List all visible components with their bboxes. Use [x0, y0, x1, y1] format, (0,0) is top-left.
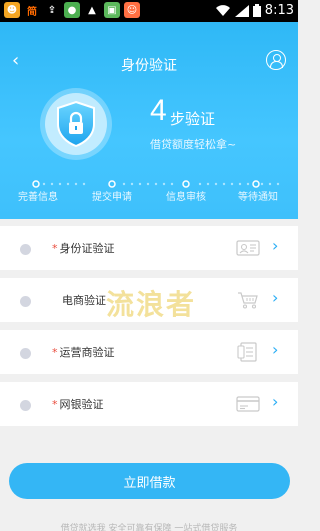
progress-label-4: 等待通知: [238, 192, 278, 203]
shopping-cart-icon: [238, 292, 258, 309]
id-card-icon: [236, 240, 260, 256]
battery-icon: [252, 4, 261, 17]
status-bar: ☻ 简 ⇪ ● ▲ ▣ ☺ 8:13: [0, 0, 298, 22]
app-icon-green: ●: [64, 2, 80, 18]
verification-item-label: * 运营商验证: [52, 346, 115, 359]
signal-icon: [234, 4, 249, 17]
verification-item-label: * 身份证验证: [52, 242, 115, 255]
progress-label-1: 完善信息: [18, 192, 58, 203]
status-dot: [20, 400, 31, 411]
bank-card-icon: [236, 396, 260, 412]
watermark-text: 流浪者: [106, 288, 197, 321]
status-bar-notification-icons: ☻ 简 ⇪ ● ▲ ▣ ☺: [4, 2, 140, 18]
shield-badge: [40, 88, 112, 160]
phone-bill-icon: [237, 342, 257, 362]
shield-lock-icon: [57, 100, 95, 148]
verification-item-label: 电商验证: [62, 294, 106, 307]
status-dot: [20, 296, 31, 307]
status-bar-right: 8:13: [215, 3, 294, 18]
verification-item-label: * 网银验证: [52, 398, 104, 411]
footer-text: 借贷就选我 安全可靠有保障 一站式借贷服务: [60, 524, 238, 531]
progress-step-3: [182, 180, 190, 188]
borrow-now-button[interactable]: 立即借款: [9, 463, 290, 499]
warning-icon: ▲: [88, 4, 96, 16]
steps-count: 4: [150, 94, 167, 127]
wifi-icon: [215, 4, 230, 16]
progress-step-1: [32, 180, 40, 188]
clock: 8:13: [264, 3, 294, 18]
simplified-chinese-icon: 简: [27, 6, 37, 18]
chevron-right-icon: ›: [272, 236, 279, 255]
app-icon-face: ☺: [124, 2, 140, 18]
upload-icon: ⇪: [47, 4, 57, 16]
progress-labels: 完善信息 提交申请 信息审核 等待通知: [0, 188, 298, 203]
verification-item-carrier[interactable]: * 运营商验证 ›: [0, 330, 298, 374]
verification-item-online-banking[interactable]: * 网银验证 ›: [0, 382, 298, 426]
user-profile-icon[interactable]: [266, 50, 286, 70]
progress-step-4: [252, 180, 260, 188]
app-icon-gallery: ▣: [104, 2, 120, 18]
page-title: 身份验证: [121, 58, 177, 74]
chevron-right-icon: ›: [272, 288, 279, 307]
chevron-right-icon: ›: [272, 392, 279, 411]
progress-label-3: 信息审核: [166, 192, 206, 203]
header: ‹ 身份验证 4 步验证 借贷额度轻松拿~ 完善信息 提交申请 信息审核 等待通…: [0, 22, 298, 219]
status-dot: [20, 244, 31, 255]
progress-step-2: [108, 180, 116, 188]
steps-subtitle: 借贷额度轻松拿~: [150, 138, 237, 151]
steps-label: 步验证: [170, 110, 216, 128]
progress-label-2: 提交申请: [92, 192, 132, 203]
app-icon-1: ☻: [4, 2, 20, 18]
chevron-right-icon: ›: [272, 340, 279, 359]
status-dot: [20, 348, 31, 359]
verification-item-id-card[interactable]: * 身份证验证 ›: [0, 226, 298, 270]
